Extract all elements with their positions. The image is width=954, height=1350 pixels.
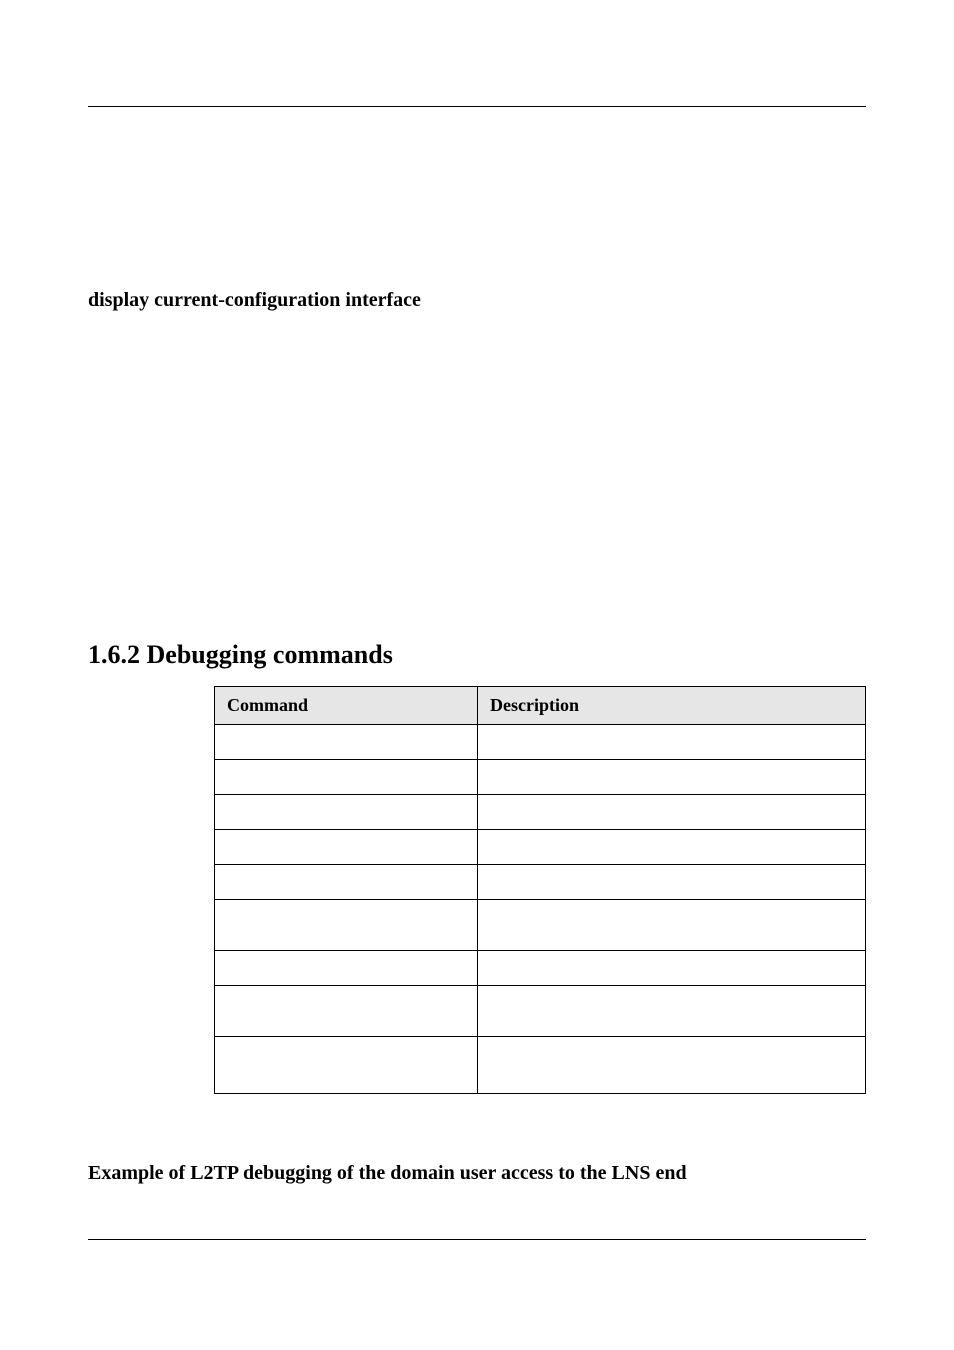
table-cell-description (478, 830, 866, 865)
table-cell-command (215, 830, 478, 865)
table-cell-command (215, 951, 478, 986)
table-row (215, 951, 866, 986)
table-cell-description (478, 725, 866, 760)
table-row (215, 760, 866, 795)
table-cell-description (478, 760, 866, 795)
table-row (215, 986, 866, 1037)
table-cell-command (215, 865, 478, 900)
example-heading: Example of L2TP debugging of the domain … (88, 1162, 866, 1185)
table-cell-command (215, 1037, 478, 1094)
table-cell-description (478, 986, 866, 1037)
debugging-commands-table: Command Description (214, 686, 866, 1094)
table-cell-description (478, 795, 866, 830)
header-rule (88, 106, 866, 107)
table-cell-command (215, 900, 478, 951)
footer-rule (88, 1239, 866, 1240)
table-row (215, 1037, 866, 1094)
table-header-description: Description (478, 687, 866, 725)
page: display current-configuration interface … (0, 0, 954, 1350)
table-row (215, 725, 866, 760)
table-cell-command (215, 725, 478, 760)
table-header-command: Command (215, 687, 478, 725)
table-cell-description (478, 951, 866, 986)
table-header-row: Command Description (215, 687, 866, 725)
table-cell-command (215, 795, 478, 830)
table-cell-command (215, 760, 478, 795)
display-config-heading: display current-configuration interface (88, 289, 866, 312)
table-cell-description (478, 865, 866, 900)
section-heading-debugging-commands: 1.6.2 Debugging commands (88, 640, 866, 670)
table-row (215, 865, 866, 900)
table-cell-command (215, 986, 478, 1037)
table-row (215, 900, 866, 951)
table-row (215, 795, 866, 830)
table-row (215, 830, 866, 865)
table-cell-description (478, 900, 866, 951)
table-cell-description (478, 1037, 866, 1094)
